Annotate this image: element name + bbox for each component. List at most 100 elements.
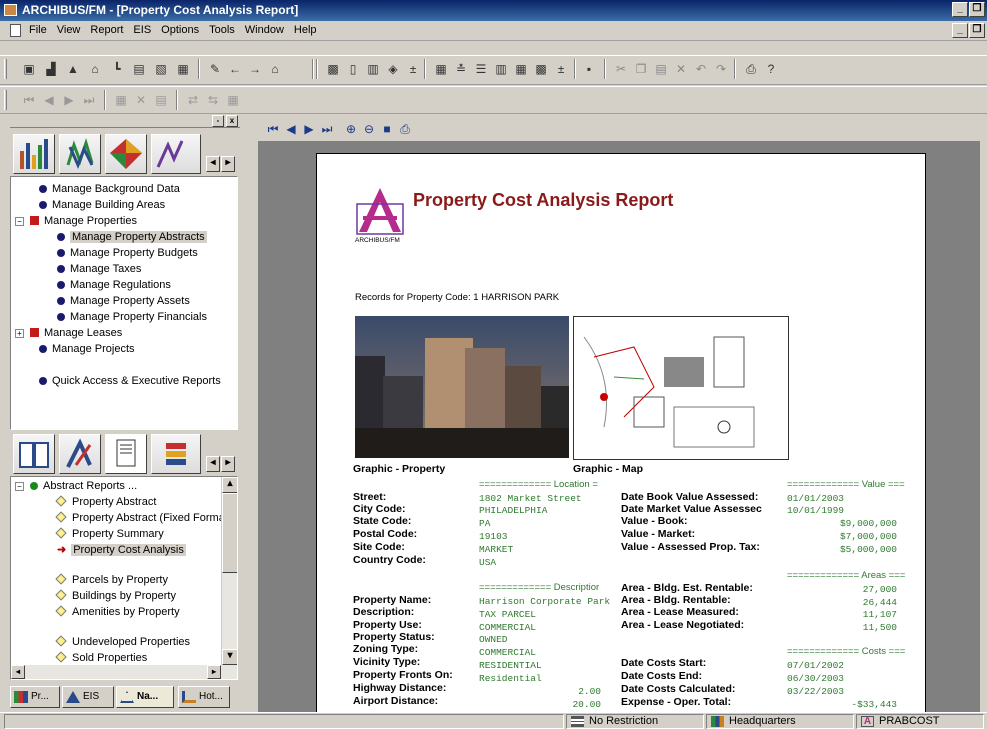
report-item-cost-analysis[interactable]: ➜ Property Cost Analysis bbox=[57, 542, 186, 558]
delete-icon[interactable]: ✕ bbox=[672, 60, 690, 78]
view-status[interactable]: A PRABCOST bbox=[856, 714, 984, 729]
menu-view[interactable]: View bbox=[52, 24, 86, 36]
report-item-amenities[interactable]: Amenities by Property bbox=[55, 604, 180, 620]
next-record-icon[interactable]: ▶ bbox=[60, 91, 78, 109]
building-icon[interactable]: ▲ bbox=[64, 60, 82, 78]
restriction-status[interactable]: No Restriction bbox=[566, 714, 704, 729]
scroll-down-arrow-icon[interactable]: ▾ bbox=[222, 649, 237, 665]
copy-icon[interactable]: ❐ bbox=[632, 60, 650, 78]
align-icon[interactable]: ≛ bbox=[452, 60, 470, 78]
paste-icon[interactable]: ▤ bbox=[652, 60, 670, 78]
tree-item-property-budgets[interactable]: Manage Property Budgets bbox=[57, 245, 198, 261]
table-edit-icon[interactable]: ▩ bbox=[532, 60, 550, 78]
tab-na[interactable]: Na... bbox=[116, 686, 174, 708]
tree-item-property-financials[interactable]: Manage Property Financials bbox=[57, 309, 207, 325]
page-icon[interactable]: ▯ bbox=[344, 60, 362, 78]
tab-hot[interactable]: Hot... bbox=[178, 686, 230, 708]
graph-tab-icon[interactable] bbox=[151, 134, 201, 174]
project-status[interactable]: Headquarters bbox=[706, 714, 854, 729]
print-icon[interactable]: ⎙ bbox=[742, 60, 760, 78]
columns-icon[interactable]: ▥ bbox=[492, 60, 510, 78]
redo-icon[interactable]: ↷ bbox=[712, 60, 730, 78]
cut-icon[interactable]: ✂ bbox=[612, 60, 630, 78]
tree-item-abstract-reports[interactable]: − Abstract Reports ... bbox=[15, 478, 137, 494]
print-preview-icon[interactable]: ▩ bbox=[324, 60, 342, 78]
report-icon[interactable]: ▤ bbox=[130, 60, 148, 78]
preview-prev-page-icon[interactable]: ◀ bbox=[282, 120, 300, 138]
tree-item-taxes[interactable]: Manage Taxes bbox=[57, 261, 141, 277]
tree-item-background-data[interactable]: Manage Background Data bbox=[39, 181, 180, 197]
grid-view-icon[interactable]: ▦ bbox=[224, 91, 242, 109]
tree-item-manage-leases[interactable]: + Manage Leases bbox=[15, 325, 122, 341]
tab-scroll-left[interactable]: ◂ bbox=[206, 156, 220, 172]
zoom-out-icon[interactable]: ⊖ bbox=[360, 120, 378, 138]
help-icon[interactable]: ? bbox=[762, 60, 780, 78]
tree-item-quick-access[interactable]: Quick Access & Executive Reports bbox=[39, 373, 221, 389]
tree-item-manage-projects[interactable]: Manage Projects bbox=[39, 341, 135, 357]
save-icon[interactable]: ▪ bbox=[580, 60, 598, 78]
sort-icon[interactable]: ± bbox=[404, 60, 422, 78]
collapse-icon[interactable]: − bbox=[15, 482, 24, 491]
tree-item-manage-properties[interactable]: − Manage Properties bbox=[15, 213, 137, 229]
book-tab-icon[interactable] bbox=[13, 434, 55, 474]
preview-vscrollbar[interactable] bbox=[980, 141, 987, 712]
image-icon[interactable]: ▧ bbox=[152, 60, 170, 78]
scroll-thumb[interactable] bbox=[222, 493, 237, 573]
menu-options[interactable]: Options bbox=[156, 24, 204, 36]
chair-icon[interactable]: ┗ bbox=[108, 60, 126, 78]
list-icon[interactable]: ☰ bbox=[472, 60, 490, 78]
tab2-scroll-right[interactable]: ▸ bbox=[221, 456, 235, 472]
bar-chart-icon[interactable]: ▥ bbox=[364, 60, 382, 78]
minimize-button[interactable]: _ bbox=[952, 2, 968, 17]
pane-close-button[interactable]: x bbox=[226, 115, 238, 127]
report-item-abstract-fixed[interactable]: Property Abstract (Fixed Format) bbox=[55, 510, 232, 526]
first-record-icon[interactable]: ⏮ bbox=[20, 91, 38, 109]
menu-help[interactable]: Help bbox=[289, 24, 322, 36]
unlink-icon[interactable]: ⇆ bbox=[204, 91, 222, 109]
prev-record-icon[interactable]: ◀ bbox=[40, 91, 58, 109]
preview-print-icon[interactable]: ⎙ bbox=[396, 120, 414, 138]
tab-scroll-right[interactable]: ▸ bbox=[221, 156, 235, 172]
pie-tab-icon[interactable] bbox=[105, 134, 147, 174]
edit-icon[interactable]: ✎ bbox=[206, 60, 224, 78]
grid-icon[interactable]: ▦ bbox=[432, 60, 450, 78]
menu-window[interactable]: Window bbox=[240, 24, 289, 36]
report-item-property-summary[interactable]: Property Summary bbox=[55, 526, 164, 542]
edit-record-icon[interactable]: ▤ bbox=[152, 91, 170, 109]
back-icon[interactable]: ← bbox=[226, 60, 244, 78]
drawing-view-icon[interactable]: ▣ bbox=[20, 60, 38, 78]
forward-icon[interactable]: → bbox=[246, 60, 264, 78]
preview-next-page-icon[interactable]: ▶ bbox=[300, 120, 318, 138]
reports-hscrollbar[interactable]: ◂ ▸ bbox=[11, 665, 237, 679]
scroll-up-arrow-icon[interactable]: ▴ bbox=[222, 477, 237, 493]
analysis-tab-icon[interactable] bbox=[59, 434, 101, 474]
tab2-scroll-left[interactable]: ◂ bbox=[206, 456, 220, 472]
undo-icon[interactable]: ↶ bbox=[692, 60, 710, 78]
scroll-right-arrow-icon[interactable]: ▸ bbox=[207, 665, 221, 679]
pane-pin-button[interactable]: - bbox=[212, 115, 224, 127]
home-nav-icon[interactable]: ⌂ bbox=[266, 60, 284, 78]
tree-item-property-assets[interactable]: Manage Property Assets bbox=[57, 293, 190, 309]
chart-icon[interactable]: ▟ bbox=[42, 60, 60, 78]
table-icon[interactable]: ▦ bbox=[512, 60, 530, 78]
bar-chart-tab-icon[interactable] bbox=[13, 134, 55, 174]
report-item-undeveloped[interactable]: Undeveloped Properties bbox=[55, 634, 190, 650]
last-record-icon[interactable]: ⏭ bbox=[80, 91, 98, 109]
expand-icon[interactable]: + bbox=[15, 329, 24, 338]
trend-tab-icon[interactable] bbox=[59, 134, 101, 174]
zoom-in-icon[interactable]: ⊕ bbox=[342, 120, 360, 138]
doc-restore-button[interactable]: ❐ bbox=[969, 23, 985, 38]
preview-last-page-icon[interactable]: ⏭ bbox=[318, 120, 336, 138]
report-item-property-abstract[interactable]: Property Abstract bbox=[55, 494, 156, 510]
scroll-left-arrow-icon[interactable]: ◂ bbox=[11, 665, 25, 679]
delete-record-icon[interactable]: ✕ bbox=[132, 91, 150, 109]
dropdown-icon[interactable]: ± bbox=[552, 60, 570, 78]
menu-report[interactable]: Report bbox=[85, 24, 128, 36]
menu-tools[interactable]: Tools bbox=[204, 24, 240, 36]
preview-first-page-icon[interactable]: ⏮ bbox=[264, 120, 282, 138]
report-tab-icon[interactable] bbox=[105, 434, 147, 474]
reports-vscrollbar[interactable]: ▴ ▾ bbox=[221, 477, 237, 665]
restore-button[interactable]: ❐ bbox=[969, 2, 985, 17]
fit-page-icon[interactable]: ■ bbox=[378, 120, 396, 138]
tab-pr[interactable]: Pr... bbox=[10, 686, 60, 708]
